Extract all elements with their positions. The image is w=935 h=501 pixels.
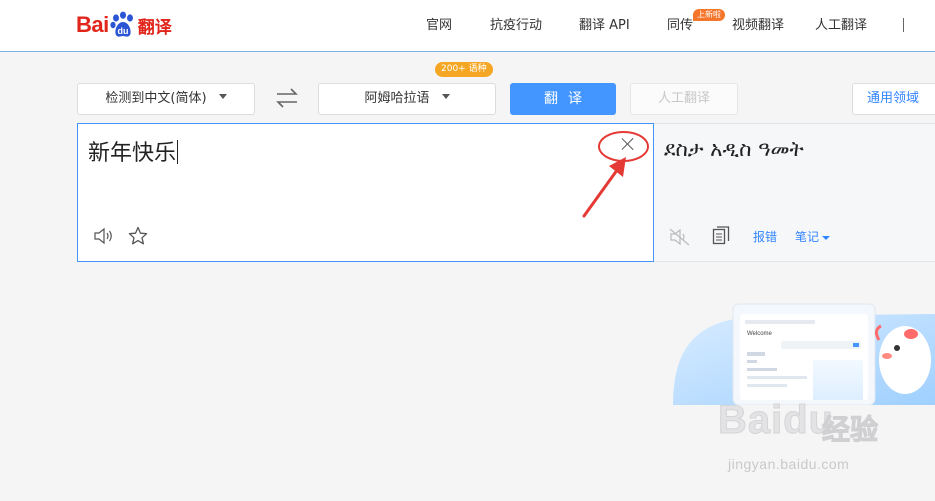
star-icon[interactable] (128, 226, 148, 246)
close-icon[interactable] (621, 137, 635, 151)
chevron-down-icon (822, 235, 831, 240)
notes-label: 笔记 (795, 230, 820, 244)
source-input[interactable]: 新年快乐 (88, 135, 179, 167)
nav-translate-api[interactable]: 翻译 API (579, 0, 630, 52)
target-text-panel: ደስታ አዲስ ዓመት 报错 笔记 (654, 123, 935, 262)
baidu-jingyan-watermark: Baidu 经验 jingyan.baidu.com (717, 398, 898, 488)
app-promo-illustration[interactable]: Welcome (673, 300, 935, 406)
speaker-muted-icon[interactable] (669, 228, 691, 246)
watermark-cn: 经验 (821, 413, 879, 447)
svg-text:du: du (117, 26, 128, 36)
target-language-label: 阿姆哈拉语 (364, 91, 430, 106)
notes-dropdown[interactable]: 笔记 (795, 228, 831, 245)
target-language-select[interactable]: 阿姆哈拉语 (318, 83, 496, 115)
translate-button[interactable]: 翻译 (510, 83, 616, 115)
watermark-url: jingyan.baidu.com (728, 456, 850, 472)
report-error-link[interactable]: 报错 (753, 228, 777, 245)
translation-output: ደስታ አዲስ ዓመት (664, 137, 804, 161)
chevron-down-icon (441, 94, 450, 99)
source-input-text: 新年快乐 (88, 141, 177, 166)
swap-arrows-icon[interactable] (274, 86, 300, 110)
source-text-panel[interactable]: 新年快乐 (77, 123, 654, 262)
promo-welcome-text: Welcome (747, 331, 773, 337)
source-language-label: 检测到中文(简体) (105, 91, 207, 106)
nav-simultaneous[interactable]: 同传 (667, 0, 693, 52)
top-header: Bai du 翻译 官网 抗疫行动 翻译 API 同传 上新啦 视频翻译 人工翻… (0, 0, 935, 52)
nav-divider (903, 18, 904, 32)
speaker-icon[interactable] (93, 227, 115, 245)
domain-select-button[interactable]: 通用领域 (852, 83, 935, 115)
new-badge: 上新啦 (693, 9, 725, 21)
source-language-select[interactable]: 检测到中文(简体) (77, 83, 255, 115)
watermark-brand: Baidu (717, 398, 835, 443)
annotation-arrow (582, 157, 626, 218)
languages-count-badge: 200+ 语种 (435, 62, 493, 77)
nav-human-translate[interactable]: 人工翻译 (815, 0, 867, 52)
paw-icon: du (110, 11, 136, 39)
nav-anti-epidemic[interactable]: 抗疫行动 (490, 0, 542, 52)
nav-video-translate[interactable]: 视频翻译 (732, 0, 784, 52)
text-cursor (177, 140, 179, 164)
logo-text-bai: Bai (76, 12, 109, 37)
human-translate-button[interactable]: 人工翻译 (630, 83, 738, 115)
baidu-fanyi-logo[interactable]: Bai du 翻译 (76, 8, 172, 42)
chevron-down-icon (218, 94, 227, 99)
logo-text-fanyi: 翻译 (137, 17, 172, 38)
nav-official-site[interactable]: 官网 (426, 0, 452, 52)
copy-icon[interactable] (712, 226, 730, 246)
